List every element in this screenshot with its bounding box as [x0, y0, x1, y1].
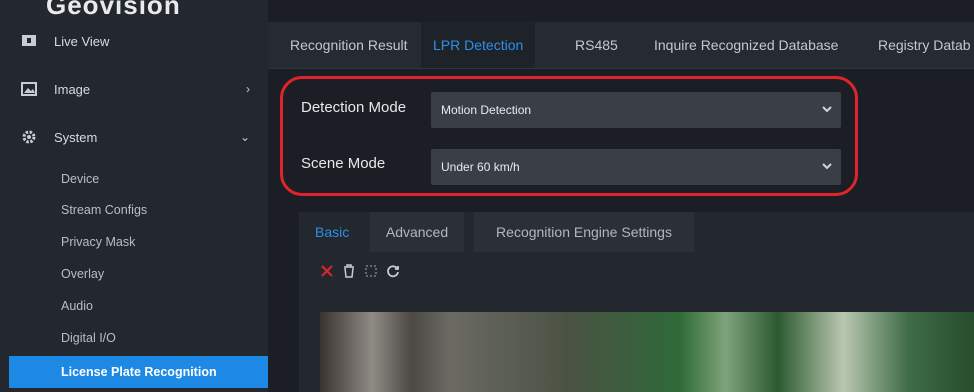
tab-bar: Recognition Result LPR Detection RS485 I… — [268, 22, 974, 69]
sidebar-subitem-audio[interactable]: Audio — [0, 290, 268, 321]
sidebar-subitem-privacy-mask[interactable]: Privacy Mask — [0, 226, 268, 257]
subitem-label: Device — [61, 171, 100, 186]
subtab-advanced[interactable]: Advanced — [370, 212, 464, 252]
tab-inquire-recognized-database[interactable]: Inquire Recognized Database — [654, 22, 838, 68]
sidebar-item-label: Live View — [54, 33, 110, 49]
sidebar-item-image[interactable]: Image › — [0, 67, 268, 111]
tab-rs485[interactable]: RS485 — [575, 22, 618, 68]
sidebar-subitem-digital-io[interactable]: Digital I/O — [0, 322, 268, 353]
trash-icon[interactable] — [341, 263, 357, 279]
tab-lpr-detection[interactable]: LPR Detection — [421, 22, 536, 68]
sidebar-subitem-overlay[interactable]: Overlay — [0, 258, 268, 289]
main-content: Recognition Result LPR Detection RS485 I… — [268, 0, 974, 392]
sidebar: Geovision Live View Image › System ⌄ Dev… — [0, 0, 268, 392]
sidebar-item-live-view[interactable]: Live View — [0, 19, 268, 63]
image-icon — [20, 80, 38, 98]
subitem-label: Stream Configs — [61, 202, 148, 217]
refresh-icon[interactable] — [385, 263, 401, 279]
sidebar-item-label: Image — [54, 81, 91, 97]
camera-preview[interactable] — [320, 312, 974, 392]
subtab-recognition-engine-settings[interactable]: Recognition Engine Settings — [474, 212, 694, 252]
brand-logo: Geovision — [46, 0, 181, 20]
subitem-label: License Plate Recognition — [61, 365, 217, 379]
sidebar-item-system[interactable]: System ⌄ — [0, 115, 268, 159]
chevron-right-icon: › — [246, 82, 250, 96]
tab-registry-database[interactable]: Registry Datab — [878, 22, 971, 68]
subtab-basic[interactable]: Basic — [305, 212, 359, 252]
gear-icon — [20, 128, 38, 146]
sidebar-subitem-device[interactable]: Device — [0, 163, 268, 194]
highlight-annotation — [280, 76, 858, 196]
subitem-label: Digital I/O — [61, 330, 116, 345]
chevron-down-icon: ⌄ — [239, 130, 250, 144]
subitem-label: Overlay — [61, 266, 105, 281]
subitem-label: Privacy Mask — [61, 234, 136, 249]
sidebar-subitem-license-plate-recognition[interactable]: License Plate Recognition — [9, 356, 268, 388]
tv-icon — [20, 32, 38, 50]
sidebar-item-label: System — [54, 129, 98, 145]
close-icon[interactable] — [319, 263, 335, 279]
tab-recognition-result[interactable]: Recognition Result — [290, 22, 408, 68]
subitem-label: Audio — [61, 298, 93, 313]
select-region-icon[interactable] — [363, 263, 379, 279]
sidebar-subitem-stream-configs[interactable]: Stream Configs — [0, 194, 268, 225]
